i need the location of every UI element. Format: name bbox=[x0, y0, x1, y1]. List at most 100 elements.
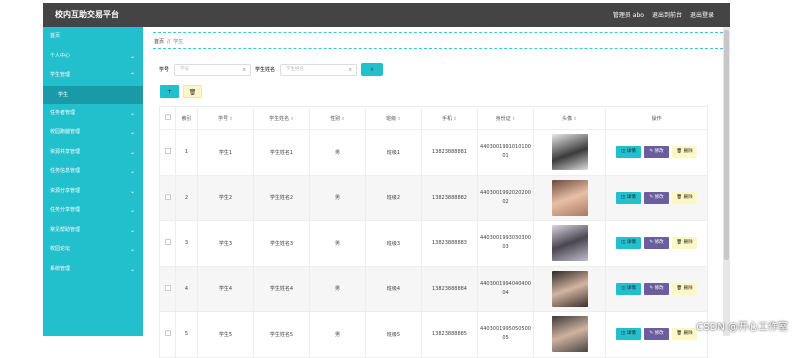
sidebar-item-label: 校园跑腿管理 bbox=[50, 129, 80, 135]
logout-link[interactable]: 退出登录 bbox=[690, 10, 714, 19]
sidebar-item-label: 资源共享管理 bbox=[50, 149, 80, 155]
sidebar-item-label: 学生管理 bbox=[50, 72, 70, 78]
cell-student-no: 学生4 bbox=[198, 266, 254, 312]
sidebar-item-resource-share-management[interactable]: 资源分享管理 ⌄ bbox=[43, 182, 143, 202]
sidebar-item-personal-center[interactable]: 个人中心⌄ bbox=[43, 47, 143, 67]
cell-index: 4 bbox=[176, 266, 198, 312]
detail-button[interactable]: ◫ 详情 bbox=[616, 283, 641, 295]
column-header[interactable]: 身份证⇕ bbox=[478, 107, 534, 130]
edit-button[interactable]: ✎ 修改 bbox=[644, 146, 669, 158]
detail-button[interactable]: ◫ 详情 bbox=[616, 192, 641, 204]
cell-name: 学生姓名3 bbox=[254, 221, 310, 267]
current-user: 管理员 abo bbox=[613, 10, 644, 19]
cell-index: 2 bbox=[176, 175, 198, 221]
avatar-image[interactable] bbox=[552, 225, 588, 261]
cell-name: 学生姓名5 bbox=[254, 312, 310, 358]
detail-button[interactable]: ◫ 详情 bbox=[616, 146, 641, 158]
action-buttons: + 🗑 bbox=[160, 85, 202, 98]
detail-button[interactable]: ◫ 详情 bbox=[616, 237, 641, 249]
sidebar-item-student-management[interactable]: 学生管理⌃ bbox=[43, 66, 143, 86]
column-header[interactable]: 头像⇕ bbox=[534, 107, 606, 130]
delete-button[interactable]: 🗑 删除 bbox=[672, 192, 697, 204]
row-checkbox[interactable] bbox=[160, 175, 176, 221]
cell-name: 学生姓名1 bbox=[254, 130, 310, 176]
cell-gender: 男 bbox=[310, 175, 366, 221]
sidebar-item-label: 常见帮助管理 bbox=[50, 227, 80, 233]
chevron-down-icon: ⌄ bbox=[130, 162, 135, 182]
delete-button[interactable]: 🗑 删除 bbox=[672, 237, 697, 249]
back-to-front-link[interactable]: 退出到前台 bbox=[652, 10, 682, 19]
sidebar-item-task-worker-management[interactable]: 任务者管理⌄ bbox=[43, 104, 143, 124]
cell-class: 班级4 bbox=[366, 266, 422, 312]
student-no-input[interactable]: 学号⌕ bbox=[174, 64, 251, 76]
cell-phone: 13823888881 bbox=[422, 130, 478, 176]
top-bar: 校内互助交易平台 管理员 abo 退出到前台 退出登录 bbox=[43, 3, 730, 27]
add-button[interactable]: + bbox=[160, 85, 179, 98]
batch-delete-button[interactable]: 🗑 bbox=[183, 85, 202, 98]
sidebar-item-label: 任务信息管理 bbox=[50, 168, 80, 174]
cell-id-card: 440300199505050005 bbox=[478, 312, 534, 358]
select-all-checkbox[interactable] bbox=[160, 107, 176, 130]
sidebar-item-task-share-management[interactable]: 任务分享管理⌄ bbox=[43, 201, 143, 221]
column-header[interactable]: 性别⇕ bbox=[310, 107, 366, 130]
search-icon: ⌕ bbox=[243, 65, 246, 75]
search-button[interactable]: ⌕ bbox=[361, 63, 383, 76]
avatar-image[interactable] bbox=[552, 180, 588, 216]
cell-class: 班级3 bbox=[366, 221, 422, 267]
cell-gender: 男 bbox=[310, 130, 366, 176]
edit-button[interactable]: ✎ 修改 bbox=[644, 283, 669, 295]
student-name-input[interactable]: 学生姓名⌕ bbox=[280, 64, 357, 76]
sidebar: 首页 个人中心⌄ 学生管理⌃ 学生 任务者管理⌄ 校园跑腿管理⌄ 资源共享管理⌄… bbox=[43, 27, 143, 336]
column-header[interactable]: 学生姓名⇕ bbox=[254, 107, 310, 130]
search-bar: 学号 学号⌕ 学生姓名 学生姓名⌕ ⌕ bbox=[159, 63, 383, 76]
chevron-down-icon: ⌄ bbox=[130, 260, 135, 280]
column-header[interactable]: 手机⇕ bbox=[422, 107, 478, 130]
cell-id-card: 440300199404040004 bbox=[478, 266, 534, 312]
cell-name: 学生姓名2 bbox=[254, 175, 310, 221]
sidebar-item-student[interactable]: 学生 bbox=[43, 86, 143, 104]
cell-avatar bbox=[534, 175, 606, 221]
sidebar-item-faq-management[interactable]: 常见帮助管理 ⌄ bbox=[43, 221, 143, 241]
avatar-image[interactable] bbox=[552, 134, 588, 170]
sidebar-item-forum[interactable]: 校园论坛⌄ bbox=[43, 240, 143, 260]
sidebar-item-label: 任务分享管理 bbox=[50, 207, 80, 213]
delete-button[interactable]: 🗑 删除 bbox=[672, 146, 697, 158]
sidebar-item-resource-sharing-management[interactable]: 资源共享管理⌄ bbox=[43, 143, 143, 163]
chevron-down-icon: ⌄ bbox=[130, 182, 135, 202]
delete-button[interactable]: 🗑 删除 bbox=[672, 328, 697, 340]
sidebar-item-home[interactable]: 首页 bbox=[43, 27, 143, 47]
row-checkbox[interactable] bbox=[160, 312, 176, 358]
edit-button[interactable]: ✎ 修改 bbox=[644, 328, 669, 340]
chevron-down-icon: ⌄ bbox=[130, 221, 135, 241]
breadcrumb: 首页//学生 bbox=[154, 38, 183, 45]
table-row: 2 学生2 学生姓名2 男 班级2 13823888882 4403001992… bbox=[160, 175, 708, 221]
column-header[interactable]: 学号⇕ bbox=[198, 107, 254, 130]
detail-button[interactable]: ◫ 详情 bbox=[616, 328, 641, 340]
avatar-image[interactable] bbox=[552, 316, 588, 352]
row-checkbox[interactable] bbox=[160, 130, 176, 176]
sidebar-item-label: 资源分享管理 bbox=[50, 188, 80, 194]
delete-button[interactable]: 🗑 删除 bbox=[672, 283, 697, 295]
sidebar-item-system-management[interactable]: 系统管理⌄ bbox=[43, 260, 143, 280]
edit-button[interactable]: ✎ 修改 bbox=[644, 192, 669, 204]
cell-gender: 男 bbox=[310, 221, 366, 267]
sidebar-item-errand-management[interactable]: 校园跑腿管理⌄ bbox=[43, 123, 143, 143]
cell-index: 5 bbox=[176, 312, 198, 358]
breadcrumb-home[interactable]: 首页 bbox=[154, 39, 164, 45]
cell-index: 1 bbox=[176, 130, 198, 176]
edit-button[interactable]: ✎ 修改 bbox=[644, 237, 669, 249]
cell-gender: 男 bbox=[310, 266, 366, 312]
column-header[interactable]: 班级⇕ bbox=[366, 107, 422, 130]
vertical-scrollbar[interactable] bbox=[723, 27, 730, 336]
divider bbox=[153, 48, 723, 49]
row-checkbox[interactable] bbox=[160, 221, 176, 267]
row-checkbox[interactable] bbox=[160, 266, 176, 312]
sidebar-item-task-info-management[interactable]: 任务信息管理 ⌄ bbox=[43, 162, 143, 182]
main-content: 首页//学生 学号 学号⌕ 学生姓名 学生姓名⌕ ⌕ + 🗑 索引 学号⇕ 学生… bbox=[143, 27, 723, 336]
cell-student-no: 学生1 bbox=[198, 130, 254, 176]
app-title: 校内互助交易平台 bbox=[55, 9, 119, 20]
scrollbar-thumb[interactable] bbox=[724, 30, 729, 260]
avatar-image[interactable] bbox=[552, 271, 588, 307]
cell-id-card: 440300199303030003 bbox=[478, 221, 534, 267]
cell-gender: 男 bbox=[310, 312, 366, 358]
